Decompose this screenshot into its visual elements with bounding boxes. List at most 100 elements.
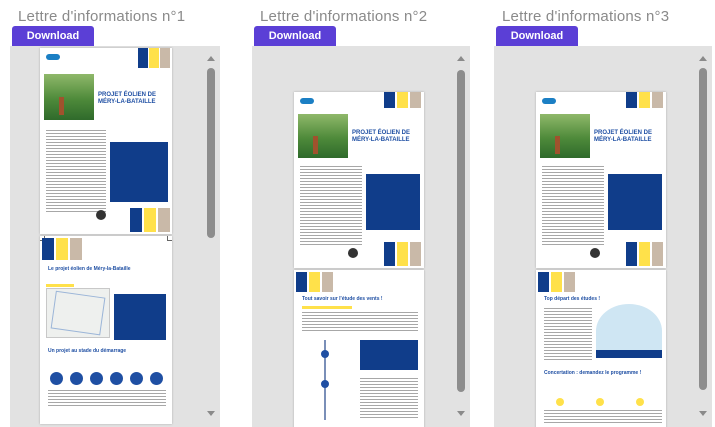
- scroll-down-arrow-icon[interactable]: [457, 411, 465, 416]
- timeline-step: [130, 372, 143, 385]
- color-square-beige: [652, 92, 663, 108]
- scrollbar[interactable]: [456, 54, 466, 418]
- newsletter-column-1: Lettre d'informations n°1 Download PROJE…: [10, 0, 220, 427]
- timeline-step: [90, 372, 103, 385]
- info-box: [114, 294, 166, 340]
- wind-mast-photo: [298, 114, 348, 158]
- newsletter-title: Lettre d'informations n°2: [260, 8, 428, 25]
- highlight-bar: [302, 306, 352, 309]
- pdf-preview-viewer[interactable]: PROJET ÉOLIEN DE MÉRY-LA-BATAILLE Tout s…: [252, 46, 470, 427]
- logo: [542, 98, 556, 104]
- logo: [46, 54, 60, 60]
- concertation-step: [556, 398, 564, 406]
- color-square-beige: [410, 92, 421, 108]
- color-square-beige: [70, 238, 82, 260]
- headline-line-1: PROJET ÉOLIEN DE: [594, 130, 653, 136]
- color-square-beige: [160, 48, 170, 68]
- selection-handle[interactable]: [167, 236, 172, 241]
- color-square-navy: [384, 242, 395, 266]
- info-box: [366, 174, 420, 230]
- color-square-beige: [652, 242, 663, 266]
- scroll-up-arrow-icon[interactable]: [207, 56, 215, 61]
- info-banner: [596, 350, 662, 358]
- scrollbar[interactable]: [698, 54, 708, 418]
- body-text: [46, 130, 106, 214]
- wind-mast-photo: [44, 74, 94, 120]
- body-text: [300, 166, 362, 246]
- color-square-beige: [410, 242, 421, 266]
- color-square-navy: [42, 238, 54, 260]
- concertation-step: [636, 398, 644, 406]
- newsletter-headline: PROJET ÉOLIEN DE MÉRY-LA-BATAILLE: [594, 130, 664, 144]
- diagram-node: [321, 350, 329, 358]
- info-box: [110, 142, 168, 202]
- headline-line-1: PROJET ÉOLIEN DE: [352, 130, 411, 136]
- color-square-navy: [626, 92, 637, 108]
- logo: [300, 98, 314, 104]
- headline-line-2: MÉRY-LA-BATAILLE: [98, 99, 156, 105]
- timeline-text: [544, 410, 662, 424]
- newsletter-page-2: Le projet éolien de Méry-la-Bataille Un …: [40, 236, 172, 424]
- color-square-beige: [564, 272, 575, 292]
- color-square-yellow: [397, 92, 408, 108]
- section-heading: Un projet au stade du démarrage: [48, 348, 127, 354]
- color-square-yellow: [149, 48, 159, 68]
- scroll-down-arrow-icon[interactable]: [207, 411, 215, 416]
- highlight-bar: [46, 284, 74, 287]
- timeline-step: [50, 372, 63, 385]
- page-heading: Le projet éolien de Méry-la-Bataille: [48, 266, 131, 272]
- newsletter-title: Lettre d'informations n°1: [18, 8, 186, 25]
- scroll-down-arrow-icon[interactable]: [699, 411, 707, 416]
- pdf-preview-viewer[interactable]: PROJET ÉOLIEN DE MÉRY-LA-BATAILLE Le pro…: [10, 46, 220, 427]
- newsletter-page-2: Top départ des études ! Concertation : d…: [536, 270, 666, 427]
- color-square-yellow: [551, 272, 562, 292]
- section-heading: Concertation : demandez le programme !: [544, 370, 642, 376]
- download-button[interactable]: Download: [254, 26, 336, 46]
- color-square-yellow: [144, 208, 156, 232]
- color-square-yellow: [639, 92, 650, 108]
- scroll-up-arrow-icon[interactable]: [699, 56, 707, 61]
- headline-line-2: MÉRY-LA-BATAILLE: [352, 137, 410, 143]
- scroll-up-arrow-icon[interactable]: [457, 56, 465, 61]
- timeline-step: [150, 372, 163, 385]
- project-map: [46, 288, 110, 338]
- page-heading: Top départ des études !: [544, 296, 601, 302]
- newsletter-page-1: PROJET ÉOLIEN DE MÉRY-LA-BATAILLE: [536, 92, 666, 268]
- contact-avatar: [96, 210, 106, 220]
- timeline-step: [110, 372, 123, 385]
- study-list: [544, 308, 592, 362]
- pdf-preview-viewer[interactable]: PROJET ÉOLIEN DE MÉRY-LA-BATAILLE Top dé…: [494, 46, 712, 427]
- scrollbar-thumb[interactable]: [207, 68, 215, 238]
- page-heading: Tout savoir sur l'étude des vents !: [302, 296, 383, 302]
- headline-line-1: PROJET ÉOLIEN DE: [98, 92, 157, 98]
- body-text: [302, 312, 418, 332]
- info-box: [608, 174, 662, 230]
- newsletter-column-3: Lettre d'informations n°3 Download PROJE…: [494, 0, 712, 427]
- contact-avatar: [348, 248, 358, 258]
- body-text: [542, 166, 604, 246]
- newsletter-page-1: PROJET ÉOLIEN DE MÉRY-LA-BATAILLE: [294, 92, 424, 268]
- newsletter-headline: PROJET ÉOLIEN DE MÉRY-LA-BATAILLE: [352, 130, 422, 144]
- scrollbar-thumb[interactable]: [457, 70, 465, 392]
- color-square-beige: [158, 208, 170, 232]
- color-square-yellow: [639, 242, 650, 266]
- color-square-yellow: [309, 272, 320, 292]
- color-square-navy: [626, 242, 637, 266]
- diagram-node: [321, 380, 329, 388]
- newsletter-page-2: Tout savoir sur l'étude des vents !: [294, 270, 424, 427]
- timeline-text: [48, 390, 166, 408]
- newsletter-column-2: Lettre d'informations n°2 Download PROJE…: [252, 0, 470, 427]
- body-text: [360, 378, 418, 418]
- contact-avatar: [590, 248, 600, 258]
- download-button[interactable]: Download: [496, 26, 578, 46]
- concertation-step: [596, 398, 604, 406]
- color-square-yellow: [397, 242, 408, 266]
- color-square-navy: [138, 48, 148, 68]
- color-square-beige: [322, 272, 333, 292]
- scrollbar[interactable]: [206, 54, 216, 418]
- headline-line-2: MÉRY-LA-BATAILLE: [594, 137, 652, 143]
- color-square-navy: [296, 272, 307, 292]
- download-button[interactable]: Download: [12, 26, 94, 46]
- scrollbar-thumb[interactable]: [699, 68, 707, 390]
- color-square-navy: [130, 208, 142, 232]
